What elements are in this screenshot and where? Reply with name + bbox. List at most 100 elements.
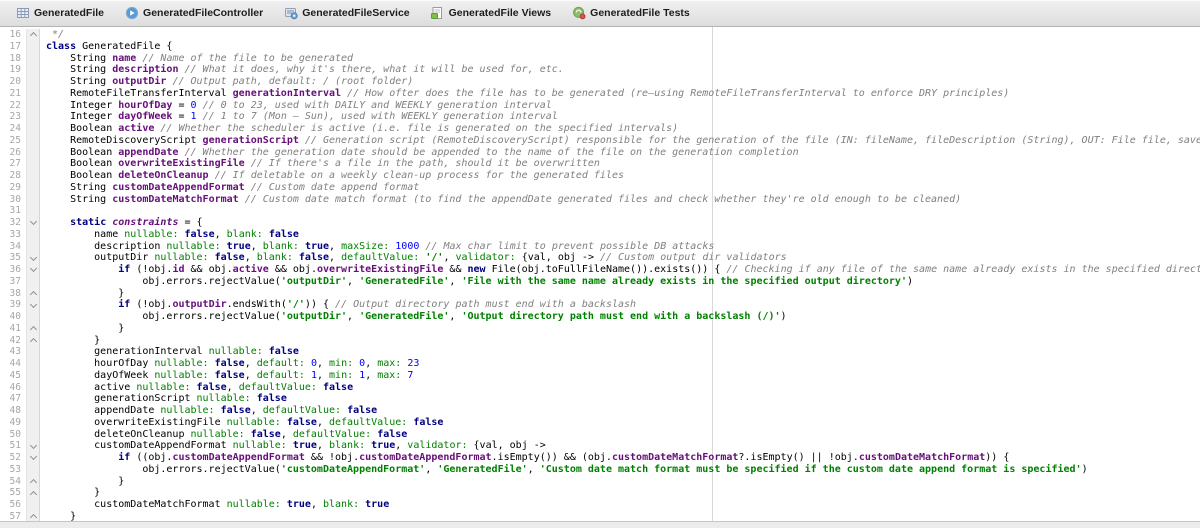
code-line[interactable]: 41 } [0, 323, 1200, 335]
code-text[interactable]: if ((obj.customDateAppendFormat && !obj.… [40, 452, 1200, 464]
line-number[interactable]: 49 [0, 417, 26, 429]
fold-marker-icon[interactable] [29, 265, 36, 272]
code-text[interactable]: String description // What it does, why … [40, 64, 1200, 76]
line-number[interactable]: 22 [0, 100, 26, 112]
line-number[interactable]: 38 [0, 288, 26, 300]
fold-marker-icon[interactable] [29, 453, 36, 460]
code-line[interactable]: 50 deleteOnCleanup nullable: false, defa… [0, 429, 1200, 441]
code-area[interactable]: 16 */17 class GeneratedFile {18 String na… [0, 27, 1200, 523]
line-number[interactable]: 56 [0, 499, 26, 511]
code-text[interactable]: String outputDir // Output path, default… [40, 76, 1200, 88]
line-number[interactable]: 29 [0, 182, 26, 194]
line-number[interactable]: 54 [0, 476, 26, 488]
fold-marker-icon[interactable] [29, 326, 36, 333]
code-line[interactable]: 30 String customDateMatchFormat // Custo… [0, 194, 1200, 206]
code-line[interactable]: 55 } [0, 487, 1200, 499]
line-number[interactable]: 48 [0, 405, 26, 417]
code-line[interactable]: 38 } [0, 288, 1200, 300]
line-number[interactable]: 40 [0, 311, 26, 323]
code-text[interactable]: dayOfWeek nullable: false, default: 1, m… [40, 370, 1200, 382]
line-number[interactable]: 42 [0, 335, 26, 347]
fold-marker-icon[interactable] [29, 442, 36, 449]
fold-marker-icon[interactable] [29, 291, 36, 298]
code-line[interactable]: 40 obj.errors.rejectValue('outputDir', '… [0, 311, 1200, 323]
line-number[interactable]: 36 [0, 264, 26, 276]
line-number[interactable]: 26 [0, 147, 26, 159]
line-number[interactable]: 39 [0, 299, 26, 311]
code-line[interactable]: 23 Integer dayOfWeek = 1 // 1 to 7 (Mon … [0, 111, 1200, 123]
code-line[interactable]: 43 generationInterval nullable: false [0, 346, 1200, 358]
code-text[interactable]: Boolean deleteOnCleanup // If deletable … [40, 170, 1200, 182]
line-number[interactable]: 51 [0, 440, 26, 452]
code-line[interactable]: 28 Boolean deleteOnCleanup // If deletab… [0, 170, 1200, 182]
code-line[interactable]: 25 RemoteDiscoveryScript generationScrip… [0, 135, 1200, 147]
code-line[interactable]: 36 if (!obj.id && obj.active && obj.over… [0, 264, 1200, 276]
code-line[interactable]: 26 Boolean appendDate // Whether the gen… [0, 147, 1200, 159]
line-number[interactable]: 47 [0, 393, 26, 405]
tab-generatedfilecontroller[interactable]: GeneratedFileController [114, 0, 273, 26]
line-number[interactable]: 46 [0, 382, 26, 394]
code-line[interactable]: 53 obj.errors.rejectValue('customDateApp… [0, 464, 1200, 476]
code-line[interactable]: 49 overwriteExistingFile nullable: false… [0, 417, 1200, 429]
code-text[interactable]: String customDateAppendFormat // Custom … [40, 182, 1200, 194]
code-text[interactable]: Boolean overwriteExistingFile // If ther… [40, 158, 1200, 170]
code-text[interactable]: obj.errors.rejectValue('customDateAppend… [40, 464, 1200, 476]
code-text[interactable]: obj.errors.rejectValue('outputDir', 'Gen… [40, 276, 1200, 288]
code-line[interactable]: 16 */ [0, 29, 1200, 41]
code-text[interactable]: outputDir nullable: false, blank: false,… [40, 252, 1200, 264]
code-text[interactable]: } [40, 476, 1200, 488]
code-text[interactable]: name nullable: false, blank: false [40, 229, 1200, 241]
code-text[interactable]: } [40, 323, 1200, 335]
line-number[interactable]: 20 [0, 76, 26, 88]
code-line[interactable]: 19 String description // What it does, w… [0, 64, 1200, 76]
code-text[interactable]: appendDate nullable: false, defaultValue… [40, 405, 1200, 417]
tab-generatedfileservice[interactable]: GeneratedFileService [273, 0, 419, 26]
tab-generatedfile[interactable]: GeneratedFile [5, 0, 114, 26]
line-number[interactable]: 31 [0, 205, 26, 217]
line-number[interactable]: 33 [0, 229, 26, 241]
line-number[interactable]: 24 [0, 123, 26, 135]
line-number[interactable]: 37 [0, 276, 26, 288]
line-number[interactable]: 43 [0, 346, 26, 358]
tab-generatedfile-tests[interactable]: GeneratedFile Tests [561, 0, 700, 26]
line-number[interactable]: 18 [0, 53, 26, 65]
fold-marker-icon[interactable] [29, 491, 36, 498]
horizontal-scrollbar-track[interactable] [0, 521, 1200, 528]
code-text[interactable]: } [40, 288, 1200, 300]
line-number[interactable]: 34 [0, 241, 26, 253]
code-line[interactable]: 22 Integer hourOfDay = 0 // 0 to 23, use… [0, 100, 1200, 112]
code-text[interactable]: if (!obj.id && obj.active && obj.overwri… [40, 264, 1200, 276]
code-line[interactable]: 46 active nullable: false, defaultValue:… [0, 382, 1200, 394]
code-text[interactable]: Integer hourOfDay = 0 // 0 to 23, used w… [40, 100, 1200, 112]
line-number[interactable]: 35 [0, 252, 26, 264]
fold-marker-icon[interactable] [29, 338, 36, 345]
line-number[interactable]: 19 [0, 64, 26, 76]
fold-marker-icon[interactable] [29, 479, 36, 486]
code-line[interactable]: 33 name nullable: false, blank: false [0, 229, 1200, 241]
code-line[interactable]: 39 if (!obj.outputDir.endsWith('/')) { /… [0, 299, 1200, 311]
line-number[interactable]: 50 [0, 429, 26, 441]
line-number[interactable]: 23 [0, 111, 26, 123]
code-text[interactable]: } [40, 487, 1200, 499]
code-text[interactable]: customDateMatchFormat nullable: true, bl… [40, 499, 1200, 511]
code-text[interactable]: Boolean appendDate // Whether the genera… [40, 147, 1200, 159]
line-number[interactable]: 17 [0, 41, 26, 53]
code-editor[interactable]: 16 */17 class GeneratedFile {18 String na… [0, 27, 1200, 528]
code-text[interactable]: generationScript nullable: false [40, 393, 1200, 405]
fold-marker-icon[interactable] [29, 32, 36, 39]
code-line[interactable]: 54 } [0, 476, 1200, 488]
code-text[interactable]: generationInterval nullable: false [40, 346, 1200, 358]
code-text[interactable]: class GeneratedFile { [40, 41, 1200, 53]
fold-marker-icon[interactable] [29, 301, 36, 308]
code-text[interactable]: RemoteDiscoveryScript generationScript /… [40, 135, 1200, 147]
code-line[interactable]: 44 hourOfDay nullable: false, default: 0… [0, 358, 1200, 370]
code-line[interactable]: 24 Boolean active // Whether the schedul… [0, 123, 1200, 135]
code-text[interactable]: overwriteExistingFile nullable: false, d… [40, 417, 1200, 429]
line-number[interactable]: 45 [0, 370, 26, 382]
code-line[interactable]: 29 String customDateAppendFormat // Cust… [0, 182, 1200, 194]
line-number[interactable]: 21 [0, 88, 26, 100]
code-line[interactable]: 18 String name // Name of the file to be… [0, 53, 1200, 65]
fold-marker-icon[interactable] [29, 218, 36, 225]
code-text[interactable]: description nullable: true, blank: true,… [40, 241, 1200, 253]
line-number[interactable]: 55 [0, 487, 26, 499]
